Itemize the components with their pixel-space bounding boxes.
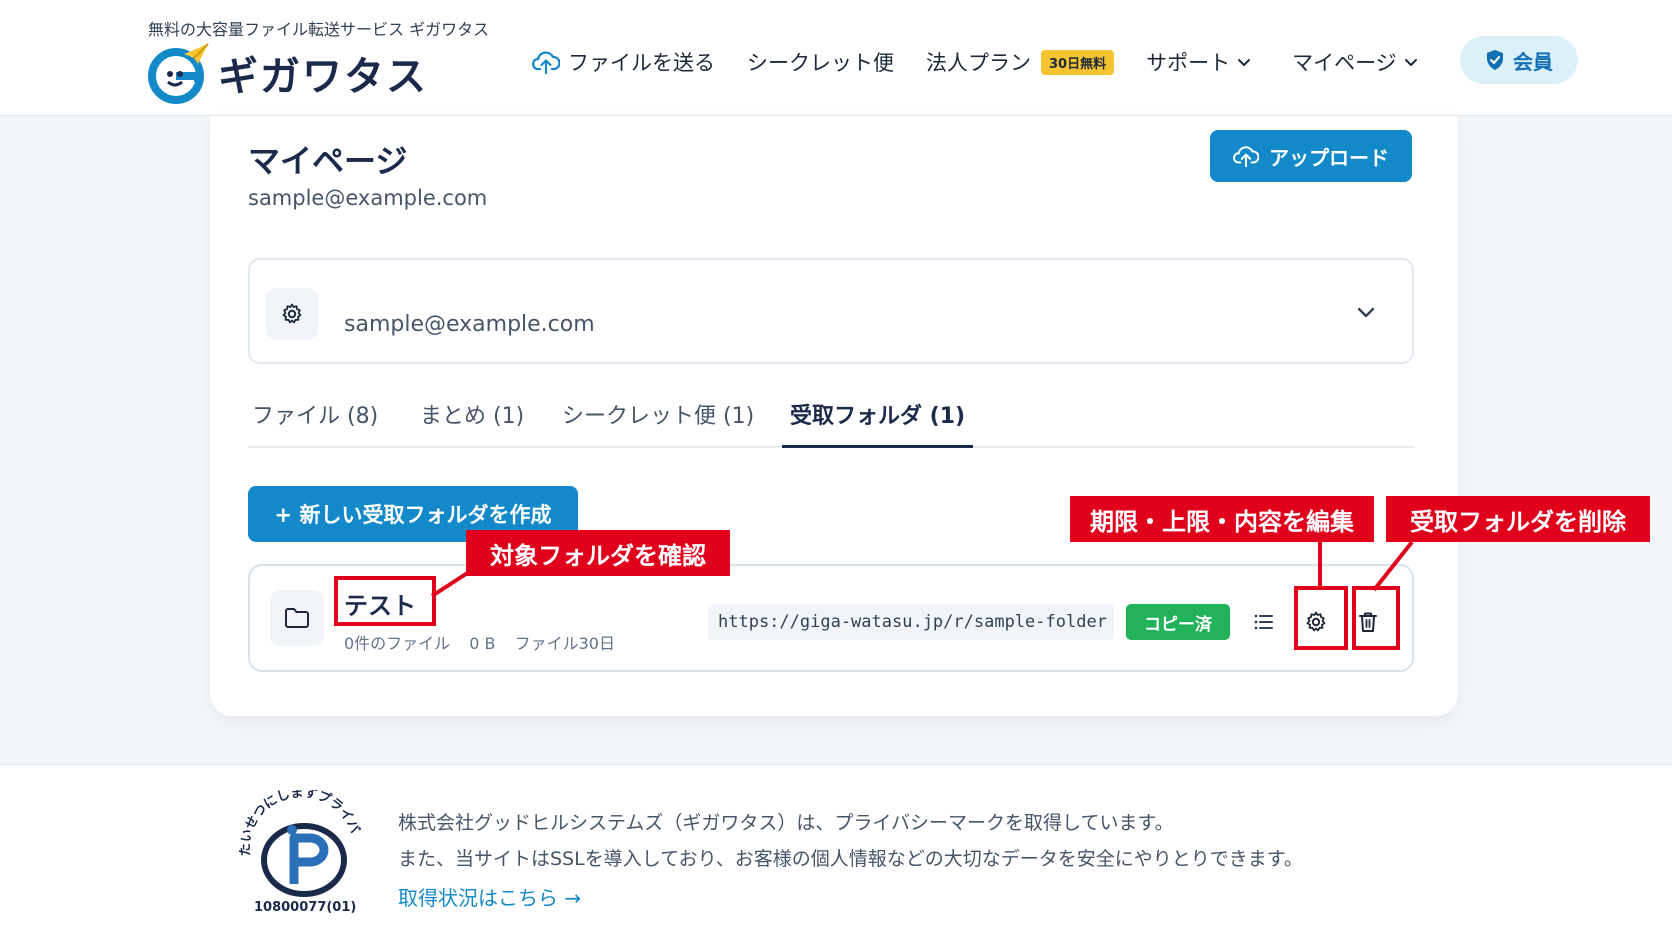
logo-text: ギガワタス (218, 54, 428, 100)
nav-support[interactable]: サポート (1146, 47, 1260, 77)
chevron-down-icon (1236, 54, 1252, 70)
cloud-upload-icon (532, 49, 560, 75)
nav-send-files[interactable]: ファイルを送る (532, 47, 715, 77)
nav-support-label: サポート (1146, 51, 1231, 75)
list-icon[interactable] (1246, 604, 1282, 640)
main-nav: ファイルを送る シークレット便 法人プラン 30日無料 サポート マイページ (532, 42, 1459, 82)
annotation-edit-settings: 期限・上限・内容を編集 (1070, 496, 1374, 542)
nav-mypage-label: マイページ (1292, 51, 1397, 75)
folder-size: 0 B (469, 634, 496, 653)
upload-label: アップロード (1269, 145, 1389, 170)
page-email: sample@example.com (248, 186, 488, 210)
nav-mypage[interactable]: マイページ (1292, 47, 1427, 77)
footer-status-link[interactable]: 取得状況はこちら → (398, 882, 581, 911)
folder-url[interactable]: https://giga-watasu.jp/r/sample-folder (708, 604, 1114, 640)
annotation-box-delete (1352, 586, 1400, 650)
chevron-down-icon (1403, 54, 1419, 70)
folder-icon (270, 590, 324, 646)
account-selector-value: sample@example.com (344, 312, 595, 337)
nav-secret[interactable]: シークレット便 (747, 47, 894, 77)
folder-file-count: 0件のファイル (344, 634, 451, 653)
nav-corporate-label: 法人プラン (926, 51, 1031, 75)
annotation-box-settings (1294, 586, 1348, 650)
gear-icon (266, 288, 318, 340)
logo-mark-icon (148, 42, 210, 104)
footer-ssl-text: また、当サイトはSSLを導入しており、お客様の個人情報などの大切なデータを安全に… (398, 848, 1303, 870)
tab-files[interactable]: ファイル (8) (252, 398, 378, 448)
folder-retention: ファイル30日 (514, 634, 615, 653)
member-button[interactable]: 会員 (1460, 36, 1578, 84)
folder-meta: 0件のファイル 0 B ファイル30日 (344, 630, 629, 654)
upload-button[interactable]: アップロード (1210, 130, 1412, 182)
account-selector[interactable]: sample@example.com (248, 258, 1414, 364)
site-header: 無料の大容量ファイル転送サービス ギガワタス ギガワタス ファイルを送る シーク (0, 0, 1672, 116)
tab-bundles[interactable]: まとめ (1) (420, 398, 524, 448)
shield-check-icon (1485, 49, 1505, 71)
annotation-delete-folder: 受取フォルダを削除 (1386, 496, 1650, 542)
nav-secret-label: シークレット便 (747, 51, 894, 75)
cloud-upload-icon (1233, 144, 1259, 168)
privacy-mark-number: 10800077(01) (254, 900, 357, 915)
free-trial-badge: 30日無料 (1041, 49, 1115, 75)
nav-corporate-plan[interactable]: 法人プラン 30日無料 (926, 47, 1115, 77)
tab-secret[interactable]: シークレット便 (1) (562, 398, 754, 448)
nav-send-files-label: ファイルを送る (568, 51, 715, 75)
site-tagline: 無料の大容量ファイル転送サービス ギガワタス (148, 20, 490, 39)
copy-url-button[interactable]: コピー済 (1126, 604, 1230, 640)
footer-privacy-text: 株式会社グッドヒルシステムズ（ギガワタス）は、プライバシーマークを取得しています… (398, 812, 1174, 834)
folder-tabs: ファイル (8) まとめ (1) シークレット便 (1) 受取フォルダ (1) (248, 392, 1414, 448)
member-label: 会員 (1513, 49, 1553, 74)
tab-receive-folders[interactable]: 受取フォルダ (1) (782, 398, 974, 448)
annotation-confirm-folder: 対象フォルダを確認 (466, 530, 730, 576)
page-title: マイページ (248, 142, 408, 180)
site-logo[interactable]: ギガワタス (148, 42, 428, 104)
annotation-box-folder-name (334, 576, 436, 626)
chevron-down-icon (1354, 300, 1378, 324)
